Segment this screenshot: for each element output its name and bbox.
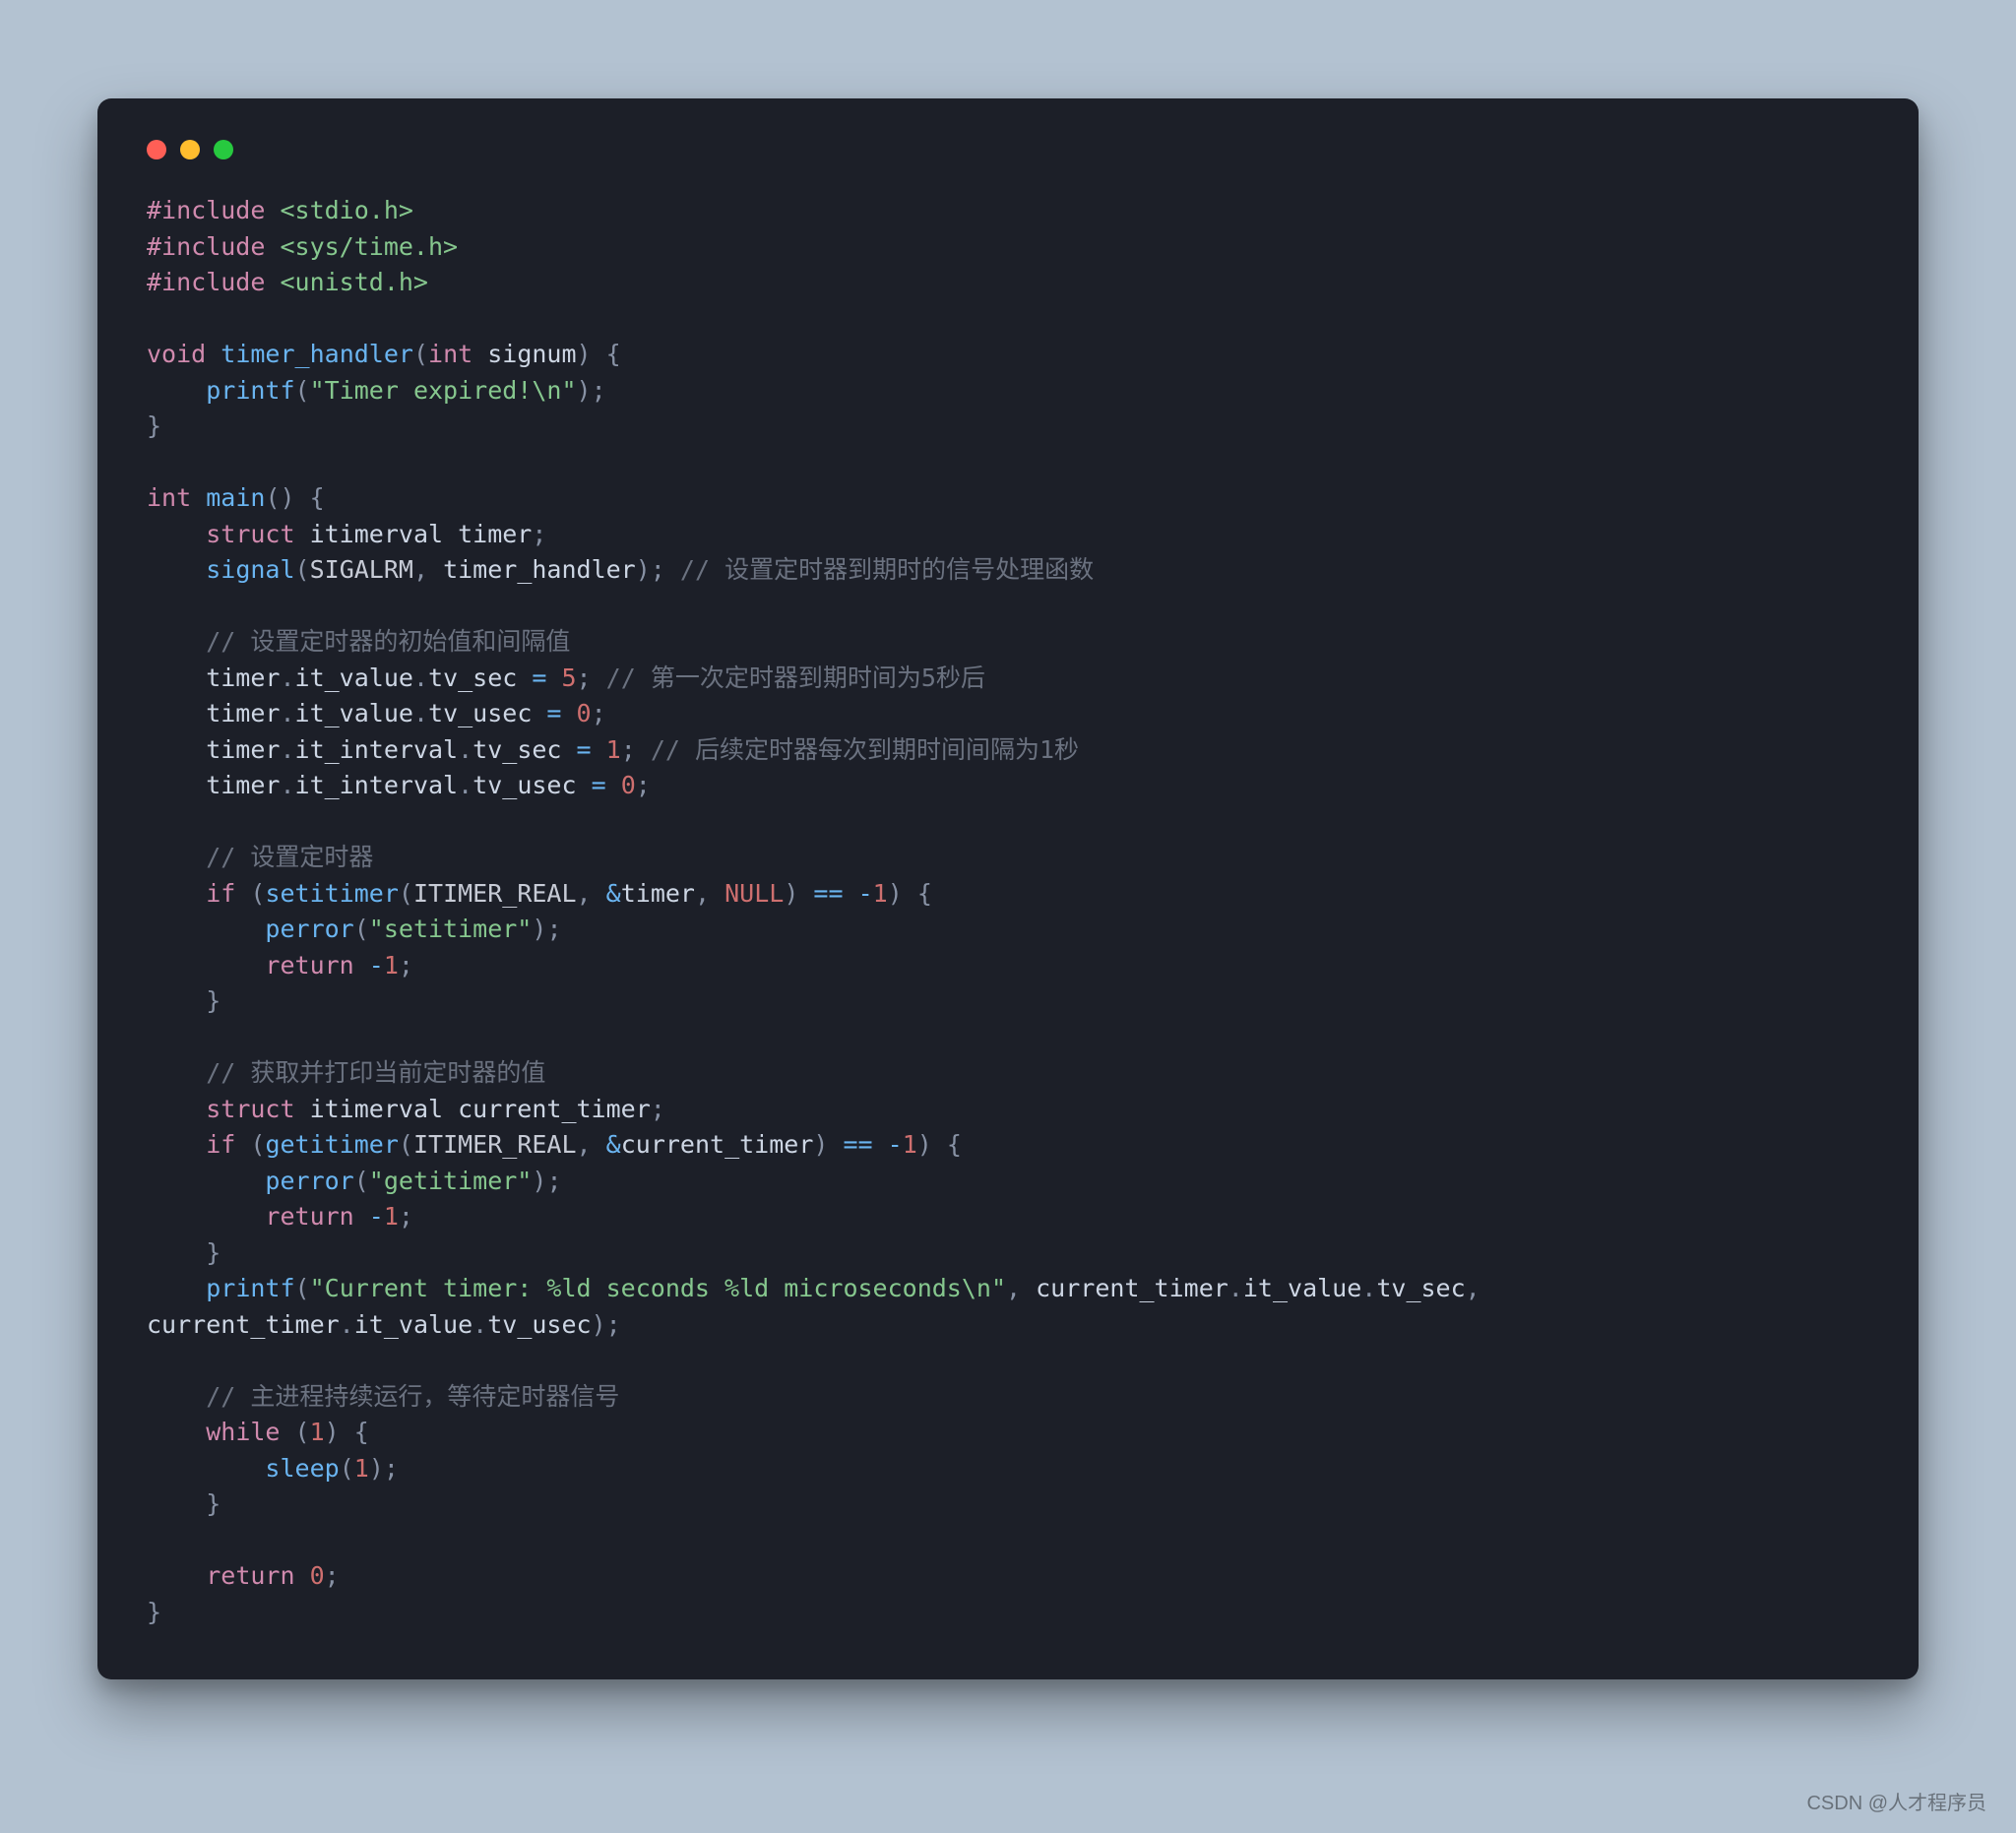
code-line: printf("Timer expired!\n"); — [147, 376, 606, 405]
code-line: // 获取并打印当前定时器的值 — [147, 1058, 545, 1087]
code-line: timer.it_interval.tv_usec = 0; — [147, 771, 651, 799]
code-line: current_timer.it_value.tv_usec); — [147, 1310, 621, 1339]
close-icon[interactable] — [147, 140, 166, 159]
code-line: struct itimerval current_timer; — [147, 1095, 665, 1123]
code-line: if (getitimer(ITIMER_REAL, &current_time… — [147, 1130, 962, 1159]
code-line: // 主进程持续运行，等待定时器信号 — [147, 1382, 619, 1411]
code-line: #include <sys/time.h> — [147, 232, 458, 261]
code-line: void timer_handler(int signum) { — [147, 340, 621, 368]
code-line: sleep(1); — [147, 1454, 399, 1483]
code-line: // 设置定时器的初始值和间隔值 — [147, 627, 570, 656]
code-line: printf("Current timer: %ld seconds %ld m… — [147, 1274, 1495, 1302]
code-block: #include <stdio.h> #include <sys/time.h>… — [147, 193, 1869, 1630]
code-line: while (1) { — [147, 1418, 369, 1446]
code-line: timer.it_value.tv_sec = 5; // 第一次定时器到期时间… — [147, 664, 985, 692]
code-line: int main() { — [147, 483, 325, 512]
code-line: timer.it_interval.tv_sec = 1; // 后续定时器每次… — [147, 735, 1079, 764]
code-line: if (setitimer(ITIMER_REAL, &timer, NULL)… — [147, 879, 932, 908]
code-line: } — [147, 1489, 220, 1518]
code-line: } — [147, 411, 161, 440]
code-line: return 0; — [147, 1561, 340, 1590]
code-line: return -1; — [147, 951, 413, 980]
code-line: return -1; — [147, 1202, 413, 1231]
watermark: CSDN @人才程序员 — [1806, 1787, 1986, 1815]
code-line: #include <unistd.h> — [147, 268, 428, 296]
code-line: } — [147, 1598, 161, 1626]
code-line: #include <stdio.h> — [147, 196, 413, 224]
minimize-icon[interactable] — [180, 140, 200, 159]
code-window: #include <stdio.h> #include <sys/time.h>… — [97, 98, 1919, 1679]
code-line: perror("getitimer"); — [147, 1167, 562, 1195]
code-line: // 设置定时器 — [147, 843, 373, 871]
code-line: struct itimerval timer; — [147, 520, 546, 548]
code-line: } — [147, 986, 220, 1015]
code-line: signal(SIGALRM, timer_handler); // 设置定时器… — [147, 555, 1094, 584]
zoom-icon[interactable] — [214, 140, 233, 159]
window-traffic-lights — [147, 140, 1869, 159]
code-line: } — [147, 1238, 220, 1267]
code-line: perror("setitimer"); — [147, 915, 562, 943]
code-line: timer.it_value.tv_usec = 0; — [147, 699, 606, 727]
